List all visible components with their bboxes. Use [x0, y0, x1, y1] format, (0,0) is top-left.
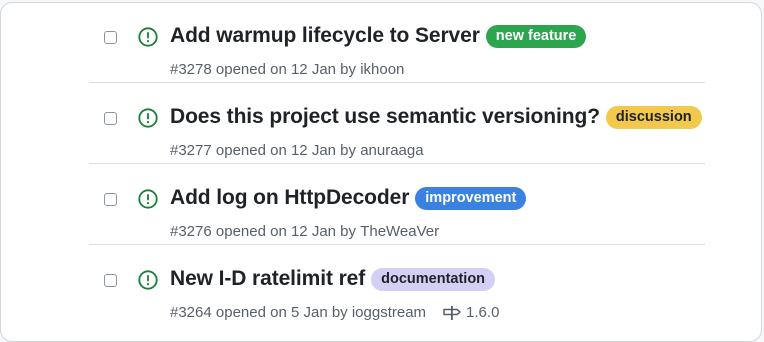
issue-meta: #3278 opened on 12 Jan by ikhoon — [170, 61, 404, 78]
issue-number: #3277 — [170, 142, 212, 159]
select-checkbox[interactable] — [104, 31, 117, 44]
issue-row: Add log on HttpDecoder improvement #3276… — [89, 165, 705, 245]
milestone-label: 1.6.0 — [466, 304, 500, 321]
opened-text: opened on 12 Jan by — [215, 61, 357, 78]
issue-title-link[interactable]: Add warmup lifecycle to Server — [170, 24, 480, 48]
title-line: New I-D ratelimit ref documentation — [170, 267, 496, 291]
issue-number: #3264 — [170, 304, 212, 321]
issue-number: #3278 — [170, 61, 212, 78]
opened-text: opened on 5 Jan by — [215, 304, 348, 321]
issue-meta: #3264 opened on 5 Jan by ioggstream 1.6.… — [170, 304, 499, 321]
issue-title-link[interactable]: Does this project use semantic versionin… — [170, 105, 600, 129]
author-link[interactable]: ikhoon — [360, 61, 404, 78]
issue-list-panel: Add warmup lifecycle to Server new featu… — [0, 2, 762, 342]
select-checkbox[interactable] — [104, 193, 117, 206]
row-divider — [89, 82, 705, 83]
author-link[interactable]: anuraaga — [360, 142, 423, 159]
issue-opened-icon — [138, 27, 158, 47]
issue-number: #3276 — [170, 223, 212, 240]
select-checkbox[interactable] — [104, 274, 117, 287]
issue-row: Add warmup lifecycle to Server new featu… — [89, 3, 705, 83]
author-link[interactable]: ioggstream — [352, 304, 426, 321]
opened-text: opened on 12 Jan by — [215, 142, 357, 159]
issue-row: Does this project use semantic versionin… — [89, 84, 705, 164]
issue-opened-icon — [138, 189, 158, 209]
issue-meta: #3276 opened on 12 Jan by TheWeaVer — [170, 223, 439, 240]
select-checkbox[interactable] — [104, 112, 117, 125]
author-link[interactable]: TheWeaVer — [360, 223, 439, 240]
title-line: Add log on HttpDecoder improvement — [170, 186, 527, 210]
opened-text: opened on 12 Jan by — [215, 223, 357, 240]
label-new-feature[interactable]: new feature — [485, 24, 587, 48]
issue-title-link[interactable]: New I-D ratelimit ref — [170, 267, 365, 291]
issue-opened-icon — [138, 108, 158, 128]
label-discussion[interactable]: discussion — [605, 105, 702, 129]
issue-opened-icon — [138, 270, 158, 290]
issue-meta: #3277 opened on 12 Jan by anuraaga — [170, 142, 424, 159]
label-improvement[interactable]: improvement — [415, 186, 527, 210]
row-divider — [89, 163, 705, 164]
milestone-icon — [443, 305, 461, 320]
title-line: Add warmup lifecycle to Server new featu… — [170, 24, 587, 48]
milestone-link[interactable]: 1.6.0 — [442, 304, 499, 321]
title-line: Does this project use semantic versionin… — [170, 105, 702, 129]
issue-row: New I-D ratelimit ref documentation #326… — [89, 246, 705, 326]
label-documentation[interactable]: documentation — [371, 267, 496, 291]
row-divider — [89, 244, 705, 245]
issue-title-link[interactable]: Add log on HttpDecoder — [170, 186, 409, 210]
